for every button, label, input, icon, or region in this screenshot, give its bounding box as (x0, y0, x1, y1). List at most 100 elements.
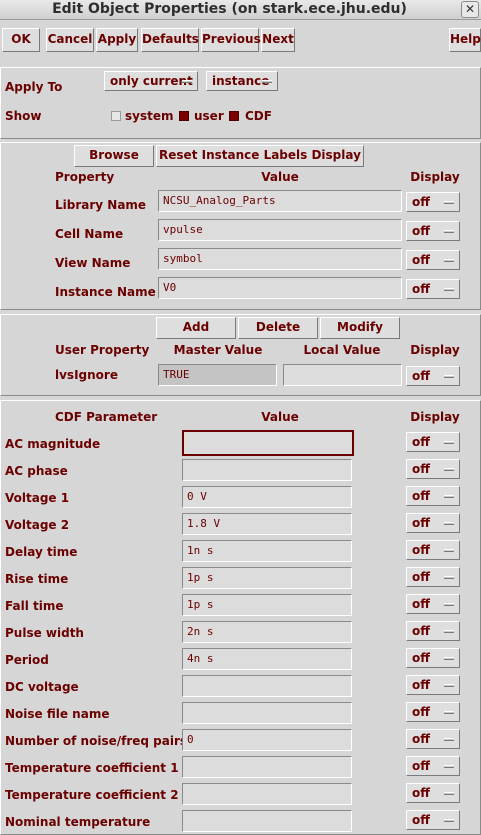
cdf-fall-time-label: Fall time (5, 599, 64, 613)
cdf-voltage-2-display-toggle[interactable]: off (406, 513, 460, 533)
dropdown-indicator-icon (444, 201, 454, 204)
dropdown-indicator-icon (444, 522, 454, 525)
apply-button[interactable]: Apply (96, 28, 138, 52)
cdf-dc-voltage-display-toggle[interactable]: off (406, 675, 460, 695)
window-title: Edit Object Properties (on stark.ece.jhu… (52, 1, 407, 17)
lvsignore-display-toggle[interactable]: off (406, 366, 460, 386)
cell-name-field[interactable]: vpulse (158, 219, 402, 241)
display-value: off (412, 732, 430, 746)
dropdown-indicator-icon (444, 684, 454, 687)
cancel-button[interactable]: Cancel (46, 28, 94, 52)
ok-button[interactable]: OK (2, 28, 40, 52)
cdf-fall-time-display-toggle[interactable]: off (406, 594, 460, 614)
display-value: off (412, 678, 430, 692)
cdf-fall-time-field[interactable]: 1p s (182, 594, 352, 616)
instance-name-label: Instance Name (55, 285, 156, 299)
library-name-field[interactable]: NCSU_Analog_Parts (158, 190, 402, 212)
delete-button[interactable]: Delete (238, 317, 318, 339)
cell-name-display-toggle[interactable]: off (406, 221, 460, 241)
cdf-rise-time-display-toggle[interactable]: off (406, 567, 460, 587)
cdf-number-of-noise-freq-pairs-field[interactable]: 0 (182, 729, 352, 751)
show-cdf-label: CDF (245, 109, 272, 123)
add-button[interactable]: Add (156, 317, 236, 339)
cdf-voltage-1-field[interactable]: 0 V (182, 486, 352, 508)
cdf-ac-magnitude-display-toggle[interactable]: off (406, 432, 460, 452)
cdf-number-of-noise-freq-pairs-display-toggle[interactable]: off (406, 729, 460, 749)
cdf-nominal-temperature-display-toggle[interactable]: off (406, 810, 460, 830)
cdf-voltage-1-display-toggle[interactable]: off (406, 486, 460, 506)
apply-to-label: Apply To (5, 80, 63, 94)
modify-button[interactable]: Modify (320, 317, 400, 339)
apply-scope-value: only current (110, 74, 193, 88)
next-button[interactable]: Next (261, 28, 295, 52)
cdf-temperature-coefficient-1-display-toggle[interactable]: off (406, 756, 460, 776)
cdf-noise-file-name-field[interactable] (182, 702, 352, 724)
show-system-label: system (125, 109, 174, 123)
instance-name-field[interactable]: V0 (158, 277, 402, 299)
dropdown-indicator-icon (444, 259, 454, 262)
cdf-temperature-coefficient-2-field[interactable] (182, 783, 352, 805)
browse-button[interactable]: Browse (74, 145, 154, 167)
cdf-noise-file-name-label: Noise file name (5, 707, 110, 721)
previous-button[interactable]: Previous (201, 28, 261, 52)
cdf-ac-magnitude-field[interactable] (182, 430, 354, 456)
cdf-pulse-width-field[interactable]: 2n s (182, 621, 352, 643)
cdf-temperature-coefficient-2-display-toggle[interactable]: off (406, 783, 460, 803)
display-value: off (412, 624, 430, 638)
cdf-temperature-coefficient-1-field[interactable] (182, 756, 352, 778)
lvsignore-local-value-field[interactable] (283, 364, 402, 386)
display-value: off (412, 282, 430, 296)
cdf-voltage-2-label: Voltage 2 (5, 518, 70, 532)
property-header: Property (55, 170, 115, 184)
cdf-period-field[interactable]: 4n s (182, 648, 352, 670)
cdf-ac-phase-field[interactable] (182, 459, 352, 481)
display-header: Display (410, 170, 460, 184)
show-user-checkbox[interactable] (179, 111, 189, 121)
dropdown-indicator-icon (444, 792, 454, 795)
cdf-pulse-width-label: Pulse width (5, 626, 84, 640)
library-name-display-toggle[interactable]: off (406, 192, 460, 212)
cdf-number-of-noise-freq-pairs-label: Number of noise/freq pairs (5, 734, 188, 748)
display-value: off (412, 435, 430, 449)
display-value: off (412, 516, 430, 530)
show-cdf-checkbox[interactable] (229, 111, 239, 121)
cell-name-label: Cell Name (55, 227, 124, 241)
user-property-header: User Property (55, 343, 150, 357)
library-name-label: Library Name (55, 198, 147, 212)
cdf-ac-phase-label: AC phase (5, 464, 68, 478)
apply-object-dropdown[interactable]: instance (206, 71, 278, 91)
cdf-voltage-2-field[interactable]: 1.8 V (182, 513, 352, 535)
view-name-field[interactable]: symbol (158, 248, 402, 270)
cdf-value-header: Value (261, 410, 299, 424)
cdf-period-display-toggle[interactable]: off (406, 648, 460, 668)
dropdown-indicator-icon (444, 765, 454, 768)
instance-name-display-toggle[interactable]: off (406, 279, 460, 299)
dropdown-indicator-icon (444, 603, 454, 606)
cdf-rise-time-field[interactable]: 1p s (182, 567, 352, 589)
cdf-pulse-width-display-toggle[interactable]: off (406, 621, 460, 641)
dropdown-indicator-icon (444, 288, 454, 291)
show-system-checkbox[interactable] (111, 111, 121, 121)
close-icon[interactable]: ✕ (461, 1, 479, 18)
help-button[interactable]: Help (449, 28, 481, 52)
defaults-button[interactable]: Defaults (141, 28, 199, 52)
display-value: off (412, 253, 430, 267)
view-name-label: View Name (55, 256, 131, 270)
display-value: off (412, 543, 430, 557)
dropdown-indicator-icon (444, 630, 454, 633)
master-value-header: Master Value (173, 343, 263, 357)
apply-scope-dropdown[interactable]: only current (104, 71, 198, 91)
cdf-dc-voltage-field[interactable] (182, 675, 352, 697)
view-name-display-toggle[interactable]: off (406, 250, 460, 270)
display-value: off (412, 813, 430, 827)
cdf-delay-time-display-toggle[interactable]: off (406, 540, 460, 560)
display-header: Display (410, 343, 460, 357)
reset-instance-labels-button[interactable]: Reset Instance Labels Display (156, 145, 364, 167)
cdf-delay-time-field[interactable]: 1n s (182, 540, 352, 562)
value-header: Value (261, 170, 299, 184)
cdf-noise-file-name-display-toggle[interactable]: off (406, 702, 460, 722)
dropdown-indicator-icon (444, 576, 454, 579)
cdf-nominal-temperature-field[interactable] (182, 810, 352, 832)
display-value: off (412, 224, 430, 238)
cdf-ac-phase-display-toggle[interactable]: off (406, 459, 460, 479)
